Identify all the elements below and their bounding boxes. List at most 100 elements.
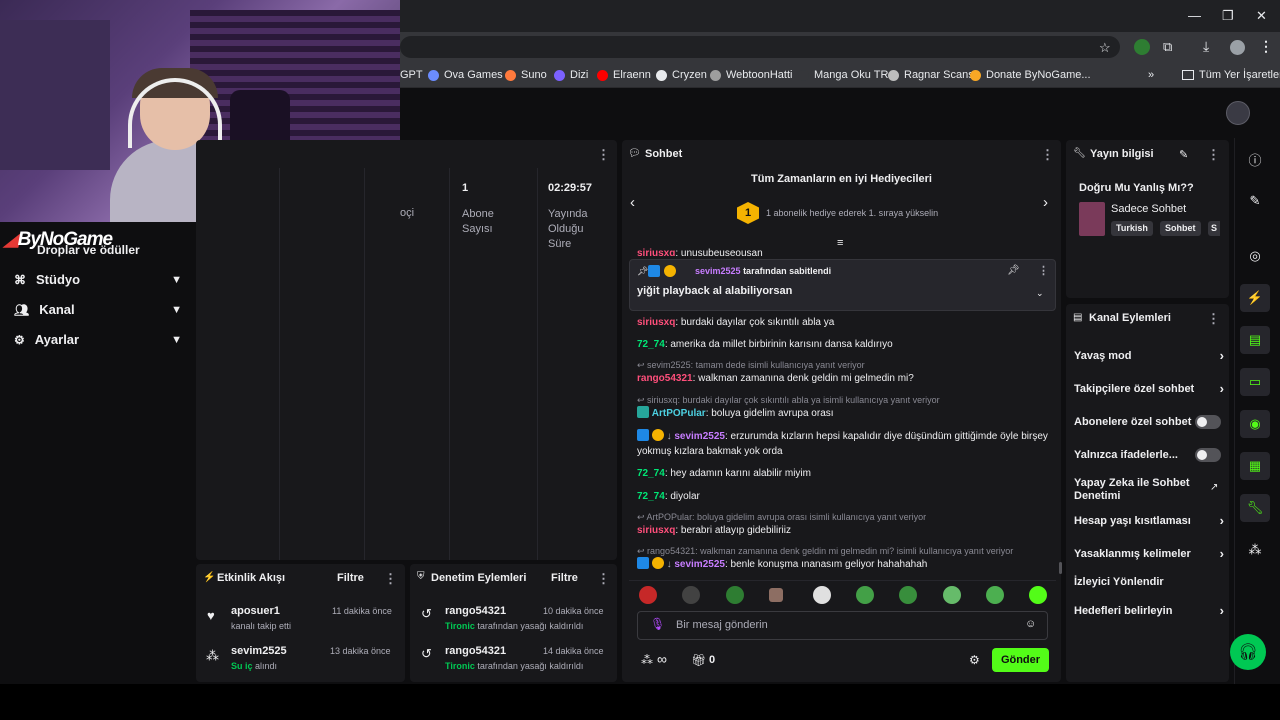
- badge-icon: [637, 557, 649, 569]
- layout-icon[interactable]: ▦: [1240, 452, 1270, 480]
- bookmark-item[interactable]: WebtoonHatti: [710, 67, 792, 83]
- emote-icon[interactable]: [726, 586, 744, 604]
- user-avatar[interactable]: [1226, 101, 1250, 125]
- camera-icon[interactable]: ◎: [1240, 242, 1270, 270]
- emote-icon[interactable]: [682, 586, 700, 604]
- followers-only-action[interactable]: Takipçilere özel sohbet ›: [1074, 382, 1224, 396]
- microphone-icon[interactable]: 🎙︎: [650, 617, 665, 631]
- more-options-icon[interactable]: ⋮: [1207, 311, 1220, 327]
- activity-feed-title: Etkinlik Akışı: [217, 572, 286, 584]
- moderation-desc: Tironic tarafından yasağı kaldırıldı: [445, 661, 584, 671]
- moderation-user[interactable]: rango54321: [445, 645, 506, 657]
- address-input[interactable]: [400, 36, 1120, 58]
- sidebar-item-studio[interactable]: ⌘ Stüdyo ▼: [14, 272, 182, 287]
- shield-icon[interactable]: [1134, 39, 1150, 55]
- tag[interactable]: S: [1208, 221, 1220, 236]
- chat-message: rango54321: walkman zamanına denk geldin…: [637, 373, 914, 384]
- bookmark-item[interactable]: GPT: [400, 67, 423, 83]
- wrench-icon[interactable]: 🔧︎: [1240, 494, 1270, 522]
- moderation-desc: Tironic tarafından yasağı kaldırıldı: [445, 621, 584, 631]
- pencil-icon[interactable]: ✎: [1240, 187, 1270, 215]
- kick-points-icon[interactable]: ⁂: [1240, 536, 1270, 564]
- send-button[interactable]: Gönder: [992, 648, 1049, 672]
- sidebar-item-channel[interactable]: 👥︎ Kanal ▼: [14, 302, 182, 317]
- sidebar-item-settings[interactable]: ⚙ Ayarlar ▼: [14, 332, 182, 347]
- moderation-time: 14 dakika önce: [543, 646, 604, 656]
- bookmark-item[interactable]: Suno: [505, 67, 547, 83]
- more-options-icon[interactable]: ⋮: [597, 147, 610, 163]
- tag[interactable]: Sohbet: [1160, 221, 1201, 236]
- external-link-icon[interactable]: ↗: [1210, 482, 1218, 493]
- unpin-icon[interactable]: 📌︎: [1007, 265, 1020, 276]
- emote-icon[interactable]: [986, 586, 1004, 604]
- chevron-down-icon[interactable]: ⌄: [1036, 288, 1044, 299]
- bookmark-item[interactable]: Dizi: [554, 67, 588, 83]
- activity-user[interactable]: aposuer1: [231, 605, 280, 617]
- ai-moderation-action[interactable]: Yapay Zeka ile Sohbet Denetimi: [1074, 477, 1194, 503]
- emotes-only-toggle[interactable]: [1195, 448, 1221, 462]
- channel-actions-title: Kanal Eylemleri: [1089, 312, 1171, 324]
- emoji-icon[interactable]: ☺: [1025, 618, 1036, 630]
- emote-icon[interactable]: [813, 586, 831, 604]
- bookmark-favicon-icon: [505, 69, 516, 81]
- bookmark-item[interactable]: Donate ByNoGame...: [970, 67, 1091, 83]
- moderation-filter-button[interactable]: Filtre: [551, 572, 578, 584]
- subscribers-only-toggle[interactable]: [1195, 415, 1221, 429]
- goals-action[interactable]: Hedefleri belirleyin ›: [1074, 604, 1224, 618]
- gear-icon[interactable]: ⚙: [969, 653, 980, 667]
- category-name[interactable]: Sadece Sohbet: [1111, 203, 1186, 215]
- pencil-icon[interactable]: ✎: [1179, 148, 1188, 161]
- kick-points-icon: ⁂: [206, 648, 219, 663]
- banned-words-action[interactable]: Yasaklanmış kelimeler ›: [1074, 547, 1224, 561]
- menu-icon[interactable]: ⋮: [1259, 38, 1273, 55]
- more-options-icon[interactable]: ⋮: [597, 571, 610, 587]
- host-action[interactable]: İzleyici Yönlendir: [1074, 576, 1224, 589]
- more-options-icon[interactable]: ⋮: [1041, 147, 1054, 163]
- broadcast-icon[interactable]: ◉: [1240, 410, 1270, 438]
- star-icon[interactable]: ☆: [1099, 40, 1111, 56]
- more-options-icon[interactable]: ⋮: [1207, 147, 1220, 163]
- chat-icon[interactable]: ▭: [1240, 368, 1270, 396]
- lightning-icon[interactable]: ⚡: [1240, 284, 1270, 312]
- emote-icon[interactable]: [1029, 586, 1047, 604]
- bookmark-favicon-icon: [710, 69, 721, 81]
- close-icon[interactable]: ✕: [1256, 8, 1267, 24]
- document-icon[interactable]: ▤: [1240, 326, 1270, 354]
- slow-mode-action[interactable]: Yavaş mod ›: [1074, 349, 1224, 363]
- emote-icon[interactable]: [769, 588, 783, 602]
- activity-filter-button[interactable]: Filtre: [337, 572, 364, 584]
- more-options-icon[interactable]: ⋮: [1038, 264, 1049, 277]
- account-age-action[interactable]: Hesap yaşı kısıtlaması ›: [1074, 514, 1224, 528]
- profile-avatar[interactable]: [1230, 40, 1245, 55]
- moderation-user[interactable]: rango54321: [445, 605, 506, 617]
- bookmark-item[interactable]: Cryzen: [656, 67, 707, 83]
- emote-icon[interactable]: [943, 586, 961, 604]
- bookmark-item[interactable]: Ova Games: [428, 67, 503, 83]
- tag[interactable]: Turkish: [1111, 221, 1153, 236]
- logo-mark-icon: ◢: [4, 229, 19, 250]
- extensions-icon[interactable]: ⧉: [1163, 39, 1172, 55]
- download-icon[interactable]: ⤓: [1203, 38, 1209, 55]
- emote-icon[interactable]: [899, 586, 917, 604]
- emote-icon[interactable]: [856, 586, 874, 604]
- more-options-icon[interactable]: ⋮: [384, 571, 397, 587]
- activity-user[interactable]: sevim2525: [231, 645, 287, 657]
- chevron-right-icon[interactable]: ›: [1043, 194, 1048, 211]
- emote-icon[interactable]: [639, 586, 657, 604]
- pin-icon: 📌︎: [637, 266, 649, 276]
- chat-message: 72_74: diyolar: [637, 491, 700, 502]
- all-bookmarks[interactable]: Tüm Yer İşaretleri: [1182, 67, 1280, 83]
- gift-icon[interactable]: 🎁︎: [691, 653, 706, 667]
- divider: [364, 168, 365, 560]
- chat-scrollbar[interactable]: [1059, 562, 1062, 574]
- minimize-icon[interactable]: —: [1188, 8, 1201, 23]
- bookmark-item[interactable]: Elraenn: [597, 67, 651, 83]
- chevron-left-icon[interactable]: ‹: [630, 194, 635, 211]
- bookmarks-overflow[interactable]: »: [1148, 67, 1154, 83]
- bookmark-item[interactable]: Manga Oku TR: [798, 67, 888, 83]
- maximize-icon[interactable]: ❐: [1222, 8, 1234, 24]
- bookmark-item[interactable]: Ragnar Scans: [888, 67, 974, 83]
- support-headset-icon[interactable]: 🎧︎: [1230, 634, 1266, 670]
- info-icon[interactable]: ⓘ: [1240, 145, 1270, 173]
- badge-icon: [648, 265, 660, 277]
